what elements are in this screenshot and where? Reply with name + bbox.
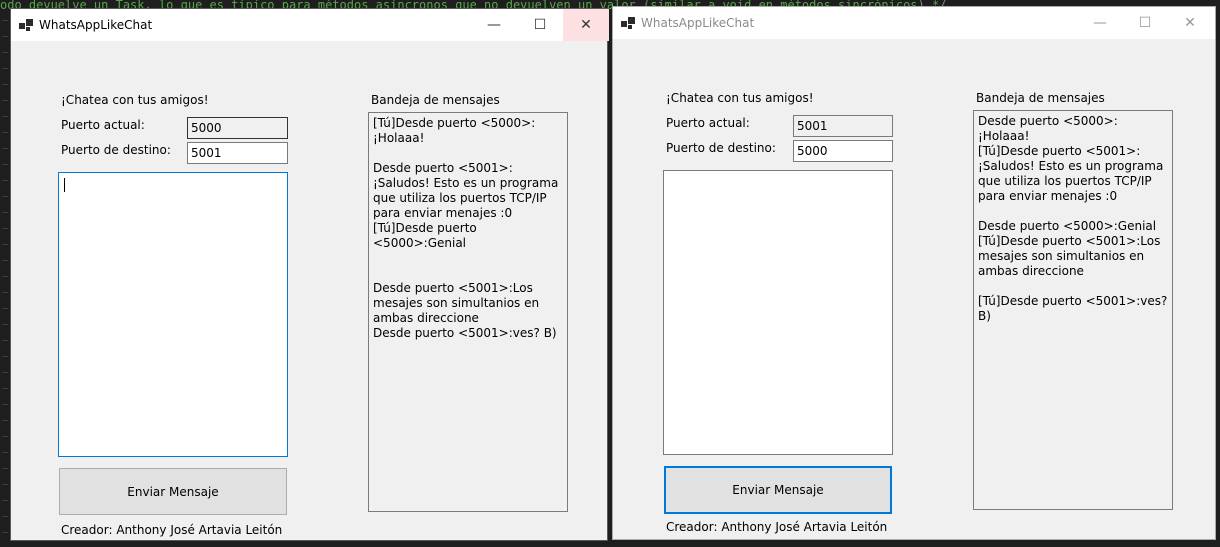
app-icon [621, 17, 635, 29]
send-message-button[interactable]: Enviar Mensaje [664, 466, 892, 514]
greeting-label: ¡Chatea con tus amigos! [61, 93, 209, 107]
inbox-textbox[interactable]: [Tú]Desde puerto <5000>:¡Holaaa! Desde p… [368, 112, 568, 512]
maximize-icon: ☐ [533, 17, 547, 33]
dest-port-label: Puerto de destino: [61, 143, 171, 157]
inbox-label: Bandeja de mensajes [371, 93, 500, 107]
minimize-button[interactable]: — [1077, 7, 1123, 39]
close-button[interactable]: ✕ [563, 9, 609, 41]
text-caret [64, 178, 65, 192]
close-icon: ✕ [1184, 15, 1196, 31]
close-button[interactable]: ✕ [1167, 7, 1213, 39]
inbox-message [373, 251, 563, 266]
maximize-button[interactable]: ☐ [517, 9, 563, 41]
current-port-field[interactable]: 5000 [187, 117, 288, 139]
editor-gutter [0, 10, 10, 547]
message-input[interactable] [58, 172, 288, 457]
inbox-message: Desde puerto <5001>:¡Saludos! Esto es un… [373, 161, 563, 220]
inbox-textbox[interactable]: Desde puerto <5000>:¡Holaaa! [Tú]Desde p… [973, 110, 1173, 510]
current-port-field[interactable]: 5001 [793, 115, 893, 137]
inbox-message: [Tú]Desde puerto <5000>:¡Holaaa! [373, 116, 536, 145]
inbox-message: [Tú]Desde puerto <5000>:Genial [373, 221, 481, 250]
inbox-message [373, 266, 563, 281]
title-bar[interactable]: WhatsAppLikeChat — ☐ ✕ [613, 7, 1215, 39]
inbox-message [373, 146, 563, 161]
inbox-message: Desde puerto <5000>:¡Holaaa! [978, 114, 1118, 143]
window-title: WhatsAppLikeChat [641, 16, 755, 30]
minimize-icon: — [487, 17, 501, 33]
title-bar[interactable]: WhatsAppLikeChat — ☐ ✕ [11, 9, 609, 41]
inbox-message: [Tú]Desde puerto <5001>:¡Saludos! Esto e… [978, 144, 1168, 203]
minimize-icon: — [1093, 15, 1107, 31]
inbox-message: [Tú]Desde puerto <5001>:Los mesajes son … [978, 234, 1165, 278]
inbox-message [978, 204, 1168, 219]
inbox-message: Desde puerto <5000>:Genial [978, 219, 1157, 233]
minimize-button[interactable]: — [471, 9, 517, 41]
current-port-label: Puerto actual: [666, 116, 750, 130]
inbox-message [978, 279, 1168, 294]
inbox-message: Desde puerto <5001>:ves? B) [373, 326, 557, 340]
window-title: WhatsAppLikeChat [39, 18, 153, 32]
inbox-message: Desde puerto <5001>:Los mesajes son simu… [373, 281, 543, 325]
send-message-button[interactable]: Enviar Mensaje [59, 468, 287, 515]
inbox-message: [Tú]Desde puerto <5001>:ves? B) [978, 294, 1172, 323]
inbox-label: Bandeja de mensajes [976, 91, 1105, 105]
close-icon: ✕ [580, 17, 592, 33]
dest-port-field[interactable]: 5001 [187, 142, 288, 164]
app-icon [19, 19, 33, 31]
current-port-label: Puerto actual: [61, 118, 145, 132]
maximize-button[interactable]: ☐ [1122, 7, 1168, 39]
maximize-icon: ☐ [1138, 15, 1152, 31]
dest-port-label: Puerto de destino: [666, 141, 776, 155]
greeting-label: ¡Chatea con tus amigos! [666, 91, 814, 105]
creator-label: Creador: Anthony José Artavia Leitón [666, 520, 888, 534]
dest-port-field[interactable]: 5000 [793, 140, 893, 162]
chat-window-port-5001: WhatsAppLikeChat — ☐ ✕ ¡Chatea con tus a… [612, 6, 1216, 540]
creator-label: Creador: Anthony José Artavia Leitón [61, 523, 283, 537]
message-input[interactable] [663, 170, 893, 455]
chat-window-port-5000: WhatsAppLikeChat — ☐ ✕ ¡Chatea con tus a… [10, 8, 609, 541]
